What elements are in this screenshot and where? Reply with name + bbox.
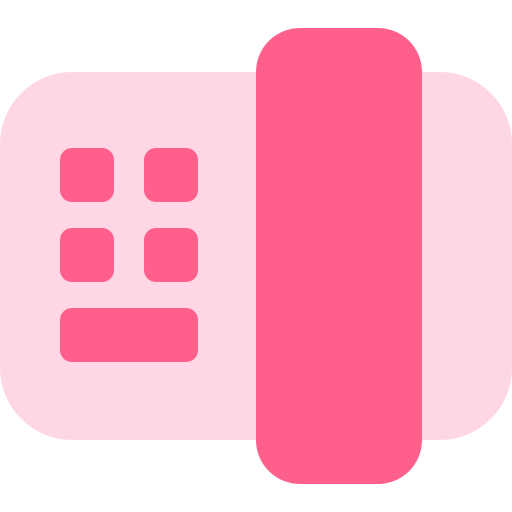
keypad-key-2 — [144, 148, 198, 202]
display-bar — [60, 308, 198, 362]
keypad-key-3 — [60, 228, 114, 282]
keypad-key-4 — [144, 228, 198, 282]
fax-machine-icon — [0, 28, 512, 484]
keypad-key-1 — [60, 148, 114, 202]
icon-canvas — [0, 0, 512, 512]
handset — [256, 28, 422, 484]
